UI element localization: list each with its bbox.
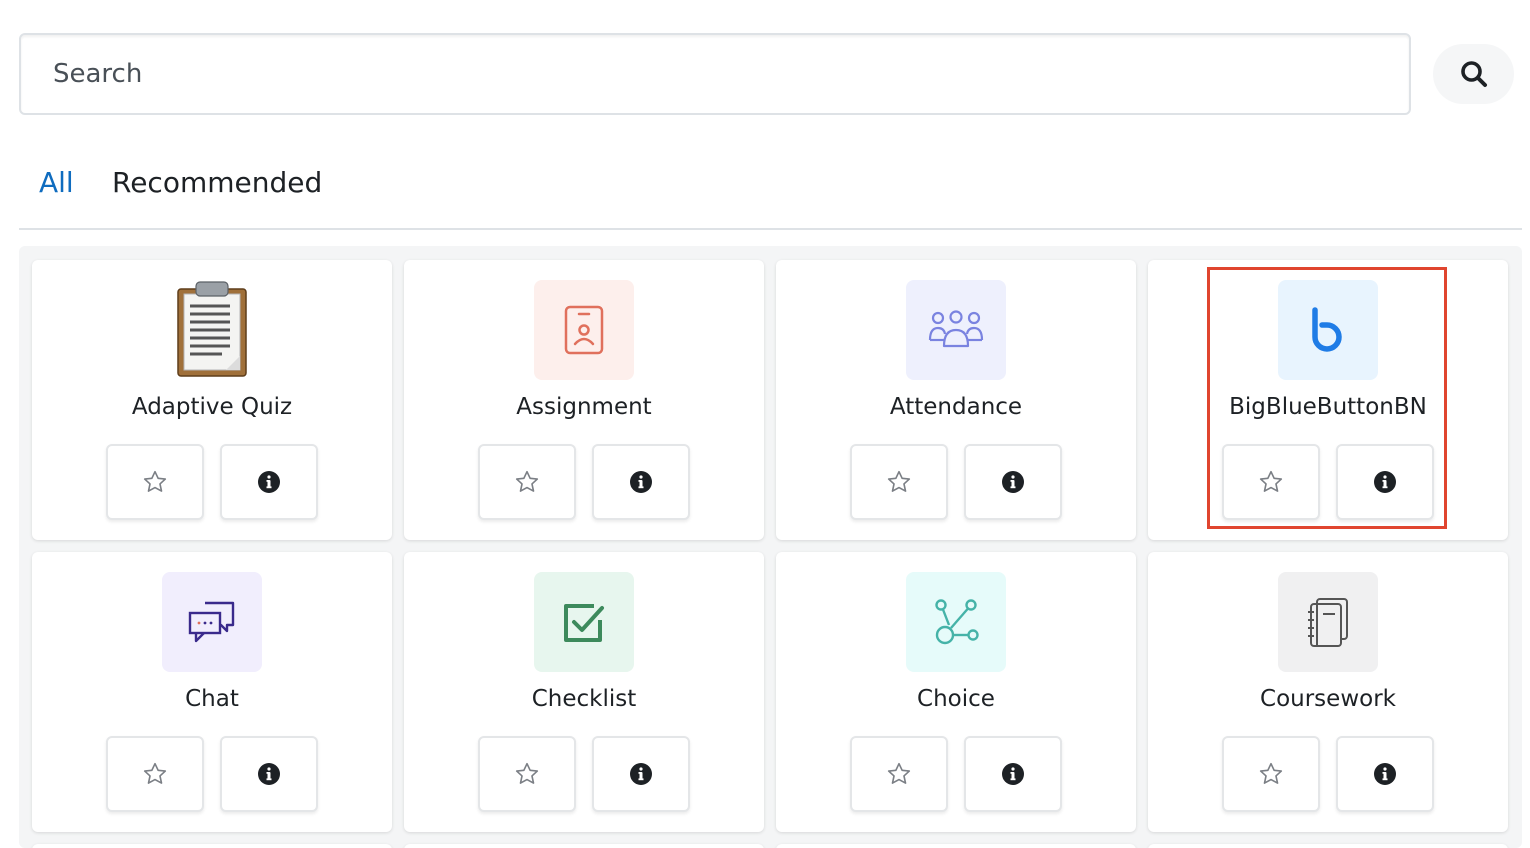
search-button[interactable]: [1433, 44, 1514, 104]
star-button[interactable]: [106, 736, 204, 812]
info-button[interactable]: [220, 736, 318, 812]
clipboard-icon: [177, 281, 247, 377]
module-card-adaptive-quiz[interactable]: Adaptive Quiz: [32, 260, 392, 540]
module-icon-box: [534, 280, 634, 380]
bigbluebutton-icon: [1312, 307, 1342, 352]
module-card-partial[interactable]: [32, 844, 392, 848]
star-button[interactable]: [106, 444, 204, 520]
module-card-bigbluebuttonbn[interactable]: BigBlueButtonBN: [1148, 260, 1508, 540]
module-name: Attendance: [889, 394, 1023, 420]
tab-bar: All Recommended: [19, 160, 1522, 230]
star-button[interactable]: [1222, 444, 1320, 520]
info-button[interactable]: [592, 444, 690, 520]
module-name: Checklist: [531, 686, 637, 712]
info-icon: [630, 471, 652, 493]
branch-icon: [935, 599, 979, 645]
module-icon-box: [1278, 572, 1378, 672]
star-icon: [515, 762, 539, 784]
module-card-choice[interactable]: Choice: [776, 552, 1136, 832]
info-button[interactable]: [592, 736, 690, 812]
star-icon: [1259, 762, 1283, 784]
info-button[interactable]: [964, 736, 1062, 812]
checkbox-icon: [564, 604, 604, 642]
module-card-assignment[interactable]: Assignment: [404, 260, 764, 540]
star-button[interactable]: [850, 736, 948, 812]
module-card-chat[interactable]: Chat: [32, 552, 392, 832]
star-icon: [515, 470, 539, 492]
info-button[interactable]: [220, 444, 318, 520]
star-icon: [1259, 470, 1283, 492]
star-button[interactable]: [850, 444, 948, 520]
module-card-partial[interactable]: [404, 844, 764, 848]
module-name: Adaptive Quiz: [131, 394, 293, 420]
module-name: Assignment: [516, 394, 652, 420]
module-icon-box: [1278, 280, 1378, 380]
info-icon: [630, 763, 652, 785]
tab-all[interactable]: All: [39, 166, 74, 199]
module-card-coursework[interactable]: Coursework: [1148, 552, 1508, 832]
search-icon: [1460, 61, 1487, 87]
group-icon: [928, 310, 984, 348]
module-card-partial[interactable]: [776, 844, 1136, 848]
tab-recommended[interactable]: Recommended: [112, 166, 322, 199]
info-icon: [1374, 763, 1396, 785]
module-icon-box: [534, 572, 634, 672]
info-icon: [258, 471, 280, 493]
info-button[interactable]: [1336, 736, 1434, 812]
module-grid: Adaptive Quiz Assignment Attendance BigB…: [19, 246, 1522, 848]
chat-bubbles-icon: [188, 601, 235, 643]
star-icon: [887, 762, 911, 784]
module-card-checklist[interactable]: Checklist: [404, 552, 764, 832]
star-button[interactable]: [478, 444, 576, 520]
module-name: BigBlueButtonBN: [1229, 394, 1427, 420]
info-icon: [1002, 763, 1024, 785]
module-name: Chat: [185, 686, 239, 712]
search-input[interactable]: [19, 33, 1411, 115]
star-icon: [143, 470, 167, 492]
module-icon-box: [906, 572, 1006, 672]
module-icon-box: [906, 280, 1006, 380]
info-button[interactable]: [1336, 444, 1434, 520]
star-button[interactable]: [478, 736, 576, 812]
module-name: Choice: [917, 686, 995, 712]
info-icon: [1002, 471, 1024, 493]
module-name: Coursework: [1260, 686, 1396, 712]
info-icon: [258, 763, 280, 785]
notebook-icon: [1308, 598, 1348, 647]
info-button[interactable]: [964, 444, 1062, 520]
module-icon-box: [162, 280, 262, 380]
id-badge-icon: [564, 305, 604, 355]
star-icon: [143, 762, 167, 784]
module-card-attendance[interactable]: Attendance: [776, 260, 1136, 540]
module-icon-box: [162, 572, 262, 672]
star-icon: [887, 470, 911, 492]
module-card-partial[interactable]: [1148, 844, 1508, 848]
info-icon: [1374, 471, 1396, 493]
star-button[interactable]: [1222, 736, 1320, 812]
